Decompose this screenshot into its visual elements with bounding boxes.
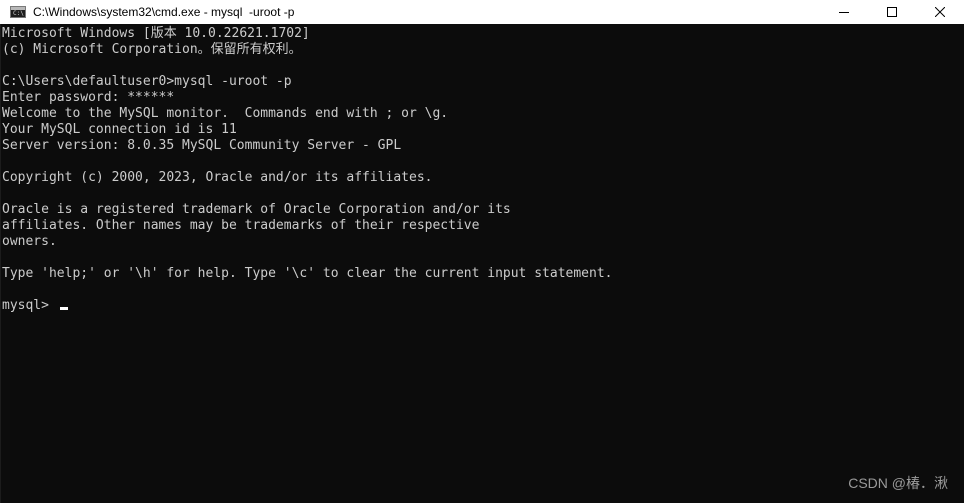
- terminal-line: C:\Users\defaultuser0>mysql -uroot -p: [2, 74, 292, 89]
- terminal-line: Server version: 8.0.35 MySQL Community S…: [2, 138, 402, 153]
- cmd-window: C:\ C:\Windows\system32\cmd.exe - mysql …: [0, 0, 964, 503]
- close-button[interactable]: [916, 0, 964, 24]
- terminal-line: Welcome to the MySQL monitor. Commands e…: [2, 106, 449, 121]
- cmd-icon[interactable]: C:\: [10, 6, 26, 18]
- maximize-button[interactable]: [868, 0, 916, 24]
- csdn-watermark: CSDN @椿．湫: [848, 475, 948, 491]
- terminal-line: owners.: [2, 234, 57, 249]
- terminal-line: Your MySQL connection id is 11: [2, 122, 237, 137]
- terminal-line: Enter password: ******: [2, 90, 175, 105]
- minimize-button[interactable]: [820, 0, 868, 24]
- title-bar[interactable]: C:\ C:\Windows\system32\cmd.exe - mysql …: [0, 0, 964, 24]
- terminal-line: Copyright (c) 2000, 2023, Oracle and/or …: [2, 170, 433, 185]
- terminal-line: Type 'help;' or '\h' for help. Type '\c'…: [2, 266, 613, 281]
- mysql-prompt: mysql>: [2, 298, 57, 313]
- terminal-line: affiliates. Other names may be trademark…: [2, 218, 480, 233]
- terminal-line: Microsoft Windows [版本 10.0.22621.1702]: [2, 26, 310, 41]
- close-icon: [935, 7, 945, 17]
- maximize-icon: [887, 7, 897, 17]
- prompt-line[interactable]: mysql>: [2, 298, 964, 314]
- terminal-line: (c) Microsoft Corporation。保留所有权利。: [2, 42, 302, 57]
- terminal-line: Oracle is a registered trademark of Orac…: [2, 202, 511, 217]
- window-controls: [820, 0, 964, 24]
- minimize-icon: [839, 12, 849, 13]
- cmd-icon-glyph: C:\: [13, 10, 24, 17]
- window-title: C:\Windows\system32\cmd.exe - mysql -uro…: [33, 5, 295, 19]
- text-cursor: [59, 307, 68, 310]
- terminal-output[interactable]: Microsoft Windows [版本 10.0.22621.1702] (…: [0, 24, 964, 503]
